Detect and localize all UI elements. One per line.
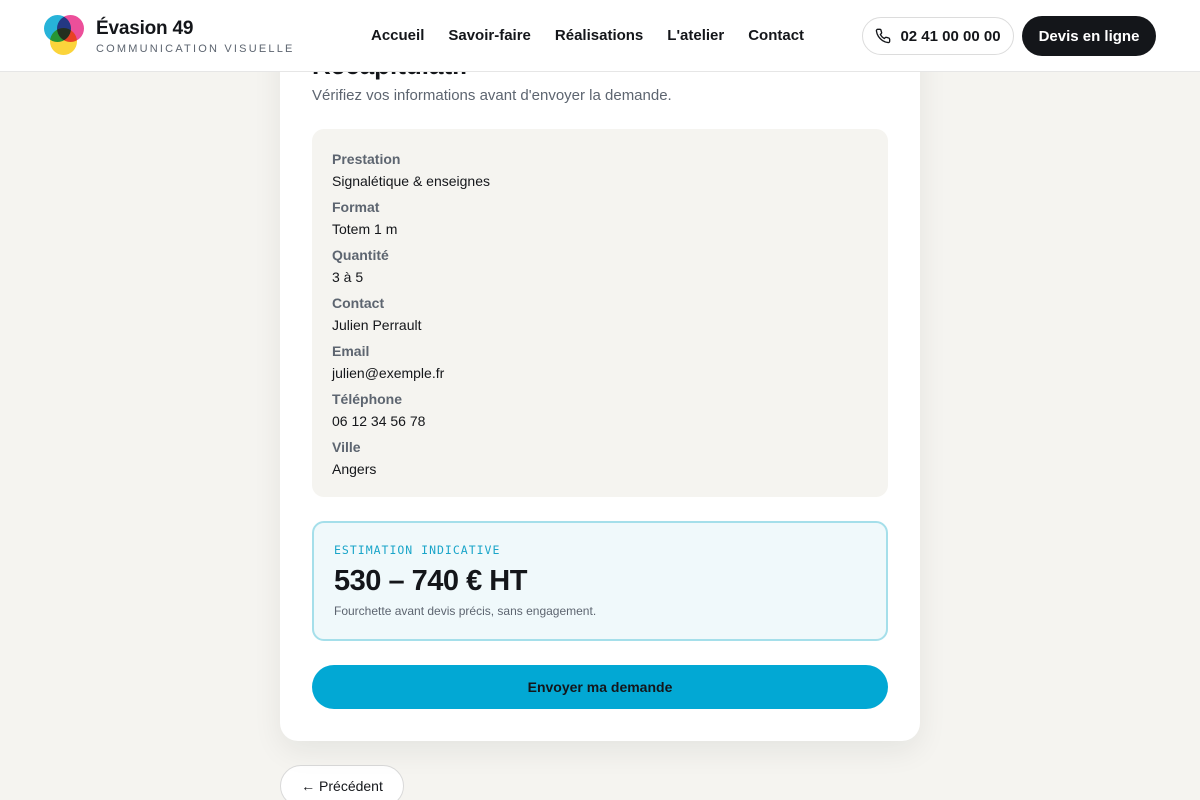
summary-item-quantite: Quantité 3 à 5 [332, 246, 868, 294]
phone-number: 02 41 00 00 00 [900, 27, 1001, 45]
nav-link-atelier[interactable]: L'atelier [667, 27, 724, 44]
nav-link-contact[interactable]: Contact [748, 27, 804, 44]
summary-item-ville: Ville Angers [332, 438, 868, 486]
nav-link-savoir-faire[interactable]: Savoir-faire [448, 27, 531, 44]
summary-label: Quantité [332, 247, 389, 263]
phone-icon [876, 28, 891, 44]
summary-value: Angers [332, 461, 377, 477]
estimate-amount: 530 – 740 € HT [334, 565, 527, 597]
main-nav: Accueil Savoir-faire Réalisations L'atel… [371, 27, 804, 44]
logo-circle-yellow [50, 28, 77, 55]
summary-item-contact: Contact Julien Perrault [332, 294, 868, 342]
summary-item-telephone: Téléphone 06 12 34 56 78 [332, 390, 868, 438]
summary-value: 3 à 5 [332, 269, 364, 285]
site-header: Évasion 49 COMMUNICATION VISUELLE Accuei… [0, 0, 1200, 72]
summary-value: julien@exemple.fr [332, 365, 445, 381]
summary-label: Ville [332, 439, 361, 455]
summary-value: Signalétique & enseignes [332, 173, 491, 189]
summary-value: 06 12 34 56 78 [332, 413, 426, 429]
phone-button[interactable]: 02 41 00 00 00 [862, 17, 1014, 55]
summary-label: Téléphone [332, 391, 403, 407]
summary-label: Email [332, 343, 370, 359]
estimate-label: ESTIMATION INDICATIVE [334, 543, 501, 557]
logo-icon[interactable] [44, 15, 86, 57]
summary-label: Format [332, 199, 380, 215]
summary-list: Prestation Signalétique & enseignes Form… [312, 129, 888, 497]
brand-tagline: COMMUNICATION VISUELLE [96, 43, 295, 55]
summary-value: Totem 1 m [332, 221, 398, 237]
estimate-box: ESTIMATION INDICATIVE 530 – 740 € HT Fou… [312, 521, 888, 641]
summary-card: Récapitulatif Vérifiez vos informations … [280, 20, 920, 741]
summary-item-prestation: Prestation Signalétique & enseignes [332, 150, 868, 198]
card-subtitle: Vérifiez vos informations avant d'envoye… [312, 87, 672, 104]
online-quote-button[interactable]: Devis en ligne [1022, 16, 1156, 56]
summary-label: Prestation [332, 151, 401, 167]
summary-label: Contact [332, 295, 385, 311]
summary-item-email: Email julien@exemple.fr [332, 342, 868, 390]
estimate-note: Fourchette avant devis précis, sans enga… [334, 604, 597, 618]
nav-link-realisations[interactable]: Réalisations [555, 27, 643, 44]
nav-link-accueil[interactable]: Accueil [371, 27, 424, 44]
summary-item-format: Format Totem 1 m [332, 198, 868, 246]
summary-value: Julien Perrault [332, 317, 422, 333]
previous-button[interactable]: ← Précédent [280, 765, 404, 800]
submit-request-button[interactable]: Envoyer ma demande [312, 665, 888, 709]
brand-name[interactable]: Évasion 49 [96, 18, 193, 40]
